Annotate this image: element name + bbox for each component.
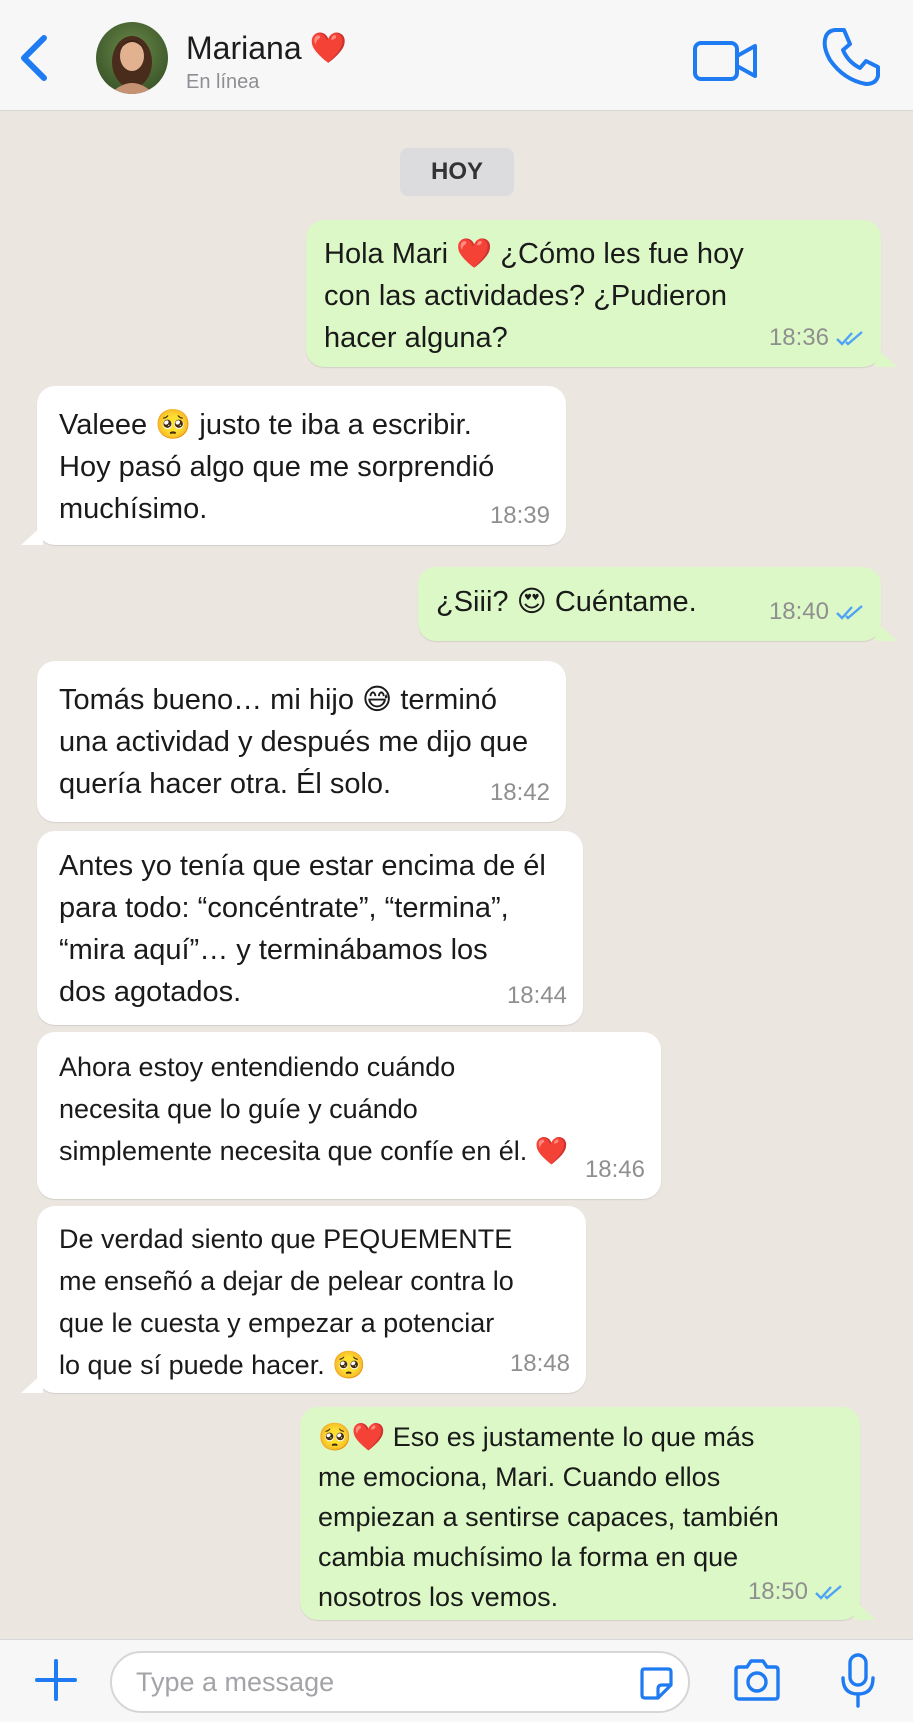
message-meta: 18:50 — [748, 1572, 844, 1612]
message-bubble-incoming[interactable]: Ahora estoy entendiendo cuándo necesita … — [37, 1032, 661, 1199]
message-bubble-incoming[interactable]: De verdad siento que PEQUEMENTE me enseñ… — [21, 1206, 586, 1393]
composer-bar — [0, 1639, 913, 1722]
chat-area[interactable]: HOY Hola Mari ❤️ ¿Cómo les fue hoy con l… — [0, 111, 913, 1639]
video-call-icon[interactable] — [692, 38, 758, 84]
message-bubble-outgoing[interactable]: ¿Siii? 😍 Cuéntame. 18:40 — [418, 567, 897, 641]
message-bubble-outgoing[interactable]: Hola Mari ❤️ ¿Cómo les fue hoy con las a… — [306, 220, 897, 367]
avatar[interactable] — [96, 22, 168, 94]
chat-header: Mariana ❤️ En línea — [0, 0, 913, 111]
message-time: 18:39 — [489, 502, 550, 529]
message-text: De verdad siento que PEQUEMENTE me enseñ… — [59, 1224, 514, 1380]
message-meta: 18:39 — [490, 495, 550, 537]
read-ticks-icon — [836, 331, 863, 346]
read-ticks-icon — [815, 1585, 842, 1600]
bubble-tail — [21, 1373, 43, 1393]
message-time: 18:44 — [506, 982, 567, 1009]
message-bubble-incoming[interactable]: Tomás bueno… mi hijo 😅 terminó una activ… — [37, 661, 566, 822]
message-time: 18:48 — [509, 1350, 570, 1377]
message-meta: 18:36 — [769, 317, 865, 359]
contact-name[interactable]: Mariana ❤️ — [186, 30, 347, 67]
bubble-tail — [875, 621, 897, 641]
read-ticks-icon — [836, 605, 863, 620]
plus-icon[interactable] — [34, 1658, 78, 1702]
message-text: Valeee 🥺 justo te iba a escribir. Hoy pa… — [59, 409, 495, 525]
message-text: Tomás bueno… mi hijo 😅 terminó una activ… — [59, 684, 529, 800]
phone-icon[interactable] — [820, 24, 880, 88]
message-bubble-incoming[interactable]: Antes yo tenía que estar encima de él pa… — [37, 831, 583, 1025]
microphone-icon[interactable] — [838, 1652, 878, 1710]
bubble-tail — [875, 347, 897, 367]
message-time: 18:40 — [768, 598, 829, 625]
camera-icon[interactable] — [732, 1658, 782, 1702]
message-time: 18:46 — [584, 1156, 645, 1183]
contact-status: En línea — [186, 71, 260, 93]
message-time: 18:36 — [768, 324, 829, 351]
message-meta: 18:42 — [490, 772, 550, 814]
message-time: 18:50 — [747, 1578, 808, 1605]
message-meta: 18:46 — [585, 1149, 645, 1191]
message-input[interactable] — [136, 1653, 606, 1711]
message-bubble-outgoing[interactable]: 🥺❤️ Eso es justamente lo que más me emoc… — [300, 1407, 876, 1620]
message-time: 18:42 — [489, 779, 550, 806]
date-chip: HOY — [400, 148, 514, 196]
back-chevron-icon[interactable] — [14, 30, 54, 86]
message-text: Ahora estoy entendiendo cuándo necesita … — [59, 1052, 569, 1166]
bubble-tail — [854, 1600, 876, 1620]
heart-icon: ❤️ — [309, 31, 347, 66]
message-bubble-incoming[interactable]: Valeee 🥺 justo te iba a escribir. Hoy pa… — [21, 386, 566, 545]
contact-name-text: Mariana — [186, 30, 302, 66]
sticker-icon[interactable] — [638, 1665, 674, 1701]
bubble-tail — [21, 525, 43, 545]
message-meta: 18:44 — [507, 975, 567, 1017]
message-input-container[interactable] — [110, 1651, 690, 1713]
message-text: Antes yo tenía que estar encima de él pa… — [59, 850, 546, 1008]
message-meta: 18:40 — [769, 591, 865, 633]
message-meta: 18:48 — [510, 1343, 570, 1385]
